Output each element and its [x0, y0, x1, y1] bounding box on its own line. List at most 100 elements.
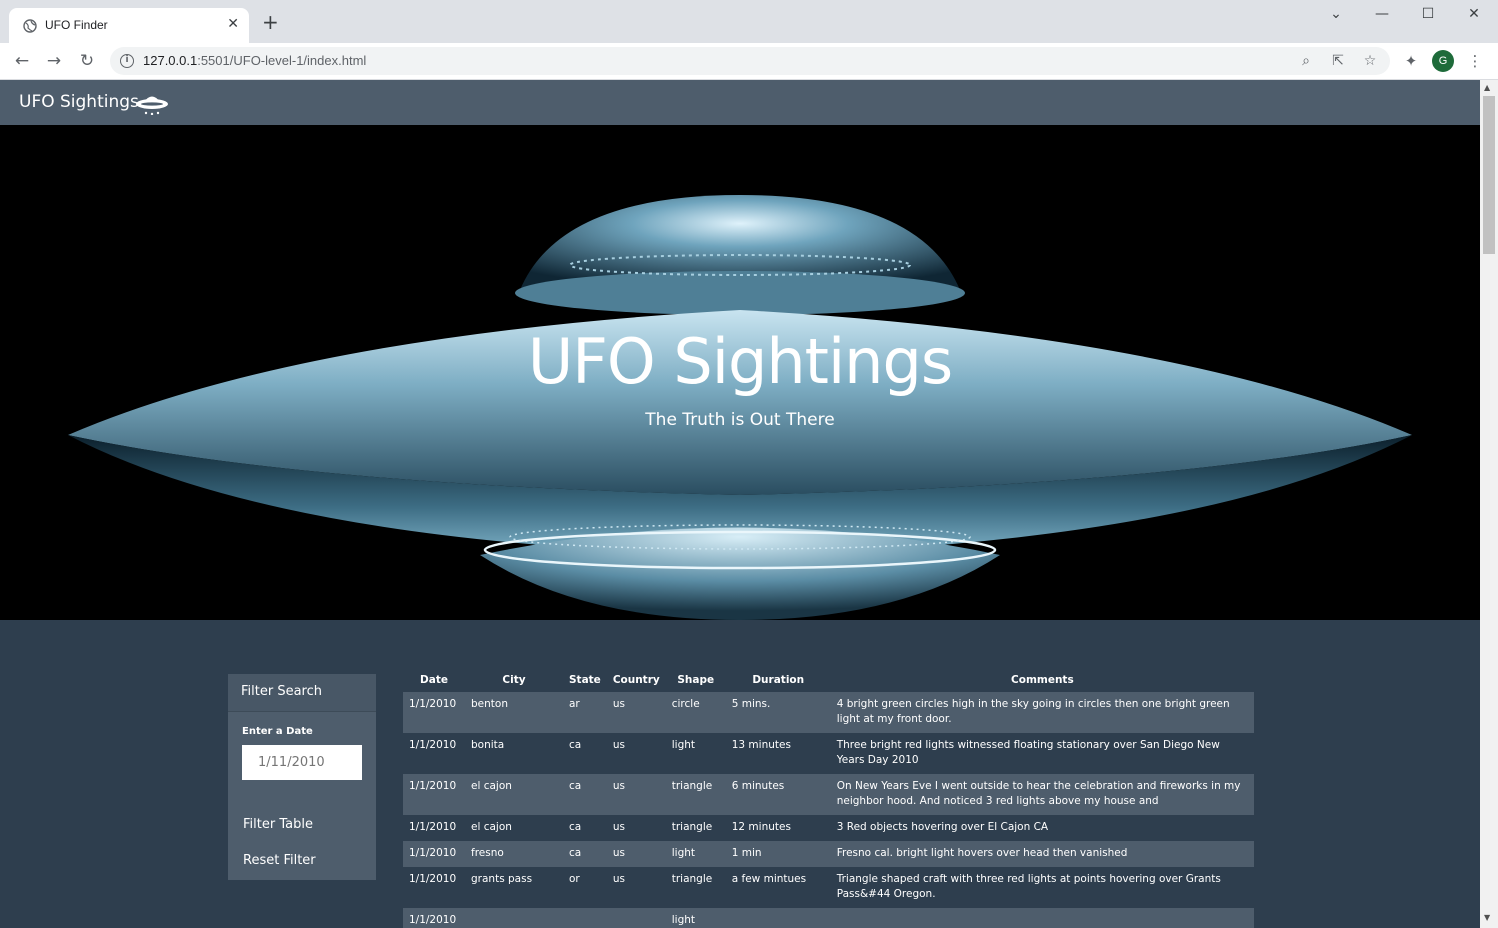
url-text[interactable]: 127.0.0.1:5501/UFO-level-1/index.html [143, 53, 366, 68]
cell-duration: 5 mins. [731, 698, 771, 710]
table-row: 1/1/2010 benton ar us circle 5 mins. 4 b… [403, 692, 1254, 733]
extensions-icon[interactable]: ✦ [1401, 51, 1421, 71]
cell-shape: circle [671, 698, 700, 710]
cell-comments: Fresno cal. bright light hovers over hea… [836, 847, 1128, 859]
cell-state [563, 908, 607, 928]
cell-comments: Triangle shaped craft with three red lig… [836, 873, 1221, 900]
navbar-brand[interactable]: UFO Sightings [19, 92, 139, 112]
cell-duration: 6 minutes [731, 780, 785, 792]
page-scrollbar[interactable]: ▲ ▼ [1480, 80, 1498, 928]
close-window-icon[interactable]: ✕ [1459, 6, 1489, 26]
site-navbar: UFO Sightings [0, 80, 1480, 125]
cell-shape: triangle [671, 780, 713, 792]
filter-panel: Filter Search Enter a Date Filter Table … [228, 674, 376, 880]
browser-toolbar: ← → ↻ i 127.0.0.1:5501/UFO-level-1/index… [0, 43, 1498, 80]
zoom-icon[interactable]: ⌕ [1297, 52, 1315, 70]
cell-city: benton [471, 698, 508, 710]
cell-date: 1/1/2010 [409, 780, 457, 792]
hero-subtitle: The Truth is Out There [645, 410, 835, 430]
column-header: Country [612, 674, 660, 686]
cell-date: 1/1/2010 [409, 847, 457, 859]
cell-date: 1/1/2010 [409, 914, 457, 926]
cell-country [607, 908, 666, 928]
cell-duration [726, 908, 831, 928]
forward-icon[interactable]: → [44, 51, 64, 71]
filter-panel-title: Filter Search [241, 684, 322, 699]
cell-country: us [612, 821, 625, 833]
cell-city: el cajon [471, 821, 512, 833]
table-row: 1/1/2010 fresno ca us light 1 min Fresno… [403, 841, 1254, 867]
page-viewport: UFO Sightings UFO Sightings The Truth is… [0, 80, 1480, 928]
date-input[interactable] [242, 745, 362, 780]
cell-state: ar [569, 698, 580, 710]
star-icon[interactable]: ☆ [1361, 52, 1379, 70]
table-row: 1/1/2010 bonita ca us light 13 minutes T… [403, 733, 1254, 774]
cell-date: 1/1/2010 [409, 873, 457, 885]
column-header: State [569, 674, 601, 686]
cell-comments: 4 bright green circles high in the sky g… [836, 698, 1230, 725]
info-icon[interactable]: i [120, 54, 134, 68]
ufo-icon [136, 96, 168, 115]
back-icon[interactable]: ← [12, 51, 32, 71]
share-icon[interactable]: ⇱ [1329, 52, 1347, 70]
cell-date: 1/1/2010 [409, 698, 457, 710]
column-header: Shape [677, 674, 715, 686]
column-header: City [502, 674, 526, 686]
cell-state: ca [569, 821, 582, 833]
cell-duration: a few mintues [731, 873, 807, 885]
cell-comments: Three bright red lights witnessed floati… [836, 739, 1220, 766]
reload-icon[interactable]: ↻ [77, 51, 97, 71]
filter-panel-header: Filter Search [228, 674, 376, 712]
table-row: 1/1/2010 el cajon ca us triangle 12 minu… [403, 815, 1254, 841]
cell-comments: On New Years Eve I went outside to hear … [836, 780, 1241, 807]
cell-shape: triangle [671, 821, 713, 833]
cell-city: fresno [471, 847, 504, 859]
filter-table-button[interactable]: Filter Table [243, 817, 313, 832]
cell-country: us [612, 847, 625, 859]
cell-shape: light [671, 847, 696, 859]
table-row: 1/1/2010 grants pass or us triangle a fe… [403, 867, 1254, 908]
sightings-table-wrap: Date City State Country Shape Duration C… [403, 670, 1254, 928]
cell-city [465, 908, 563, 928]
minimize-icon[interactable]: — [1367, 6, 1397, 26]
column-header: Date [420, 674, 448, 686]
table-header-row: Date City State Country Shape Duration C… [403, 670, 1254, 692]
reset-filter-button[interactable]: Reset Filter [243, 853, 316, 868]
cell-comments: 3 Red objects hovering over El Cajon CA [836, 821, 1049, 833]
cell-duration: 12 minutes [731, 821, 791, 833]
cell-state: or [569, 873, 580, 885]
address-bar[interactable]: i 127.0.0.1:5501/UFO-level-1/index.html … [110, 47, 1390, 75]
cell-duration: 13 minutes [731, 739, 791, 751]
cell-state: ca [569, 780, 582, 792]
globe-icon [23, 19, 37, 33]
menu-icon[interactable]: ⋮ [1465, 51, 1485, 71]
cell-city: el cajon [471, 780, 512, 792]
table-row: 1/1/2010 light [403, 908, 1254, 928]
cell-country: us [612, 739, 625, 751]
cell-shape: triangle [671, 873, 713, 885]
chevron-down-icon[interactable]: ⌄ [1321, 6, 1351, 26]
date-label: Enter a Date [242, 726, 313, 737]
cell-city: grants pass [471, 873, 533, 885]
new-tab-button[interactable]: + [262, 12, 279, 32]
scroll-down-icon[interactable]: ▼ [1484, 913, 1490, 922]
cell-comments [831, 908, 1254, 928]
scroll-up-icon[interactable]: ▲ [1484, 83, 1490, 92]
browser-titlebar: UFO Finder ✕ + ⌄ — ☐ ✕ [0, 0, 1498, 43]
tab-title: UFO Finder [45, 18, 108, 32]
browser-tab[interactable]: UFO Finder ✕ [9, 8, 249, 43]
cell-duration: 1 min [731, 847, 762, 859]
sightings-table: Date City State Country Shape Duration C… [403, 670, 1254, 928]
hero-banner: UFO Sightings The Truth is Out There [0, 125, 1480, 620]
cell-date: 1/1/2010 [409, 821, 457, 833]
column-header: Duration [752, 674, 805, 686]
close-tab-icon[interactable]: ✕ [227, 16, 239, 32]
scrollbar-thumb[interactable] [1483, 96, 1495, 254]
profile-avatar[interactable]: G [1432, 50, 1454, 72]
cell-date: 1/1/2010 [409, 739, 457, 751]
cell-state: ca [569, 739, 582, 751]
maximize-icon[interactable]: ☐ [1413, 6, 1443, 26]
hero-title: UFO Sightings [527, 325, 953, 398]
column-header: Comments [1011, 674, 1074, 686]
cell-country: us [612, 873, 625, 885]
